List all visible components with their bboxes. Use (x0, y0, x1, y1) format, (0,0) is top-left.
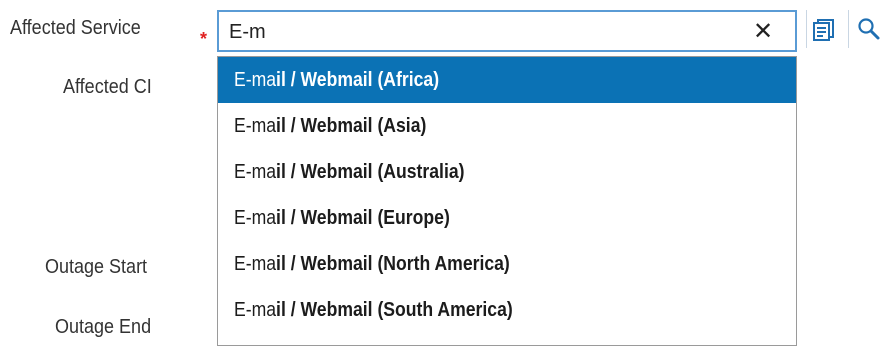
suggestion-dropdown: E-mail / Webmail (Africa) E-mail / Webma… (217, 56, 797, 346)
option-typed-text: E-ma (234, 252, 277, 275)
option-typed-text: E-ma (234, 68, 277, 91)
suggestion-option[interactable]: E-mail / Webmail (Australia) (218, 149, 796, 195)
clear-icon[interactable]: ✕ (749, 17, 777, 45)
suggestion-option[interactable]: E-mail / Webmail (North America) (218, 241, 796, 287)
required-marker: * (200, 29, 208, 49)
suggestion-option[interactable]: E-mail / Webmail (Asia) (218, 103, 796, 149)
option-rest-text: il / Webmail (Australia) (276, 160, 465, 183)
suggestion-option[interactable]: E-mail / Webmail (Africa) (218, 57, 796, 103)
outage-end-label: Outage End (55, 316, 152, 338)
option-typed-text: E-ma (234, 298, 277, 321)
option-rest-text: il / Webmail (Europe) (276, 206, 450, 229)
option-typed-text: E-ma (234, 114, 277, 137)
option-rest-text: il / Webmail (Asia) (276, 114, 427, 137)
option-rest-text: il / Webmail (South America) (276, 298, 513, 321)
affected-service-field: ✕ (217, 10, 797, 52)
option-typed-text: E-ma (234, 160, 277, 183)
option-rest-text: il / Webmail (North America) (276, 252, 510, 275)
affected-service-input[interactable] (229, 18, 709, 46)
option-typed-text: E-ma (234, 206, 277, 229)
affected-service-label: Affected Service (10, 17, 141, 39)
suggestion-option[interactable]: E-mail / Webmail (South America) (218, 287, 796, 333)
magnifier-icon[interactable] (848, 10, 882, 48)
outage-start-label: Outage Start (45, 256, 148, 278)
list-lookup-icon[interactable] (806, 10, 840, 48)
affected-ci-label: Affected CI (63, 76, 152, 98)
suggestion-option[interactable]: E-mail / Webmail (Europe) (218, 195, 796, 241)
option-rest-text: il / Webmail (Africa) (276, 68, 440, 91)
